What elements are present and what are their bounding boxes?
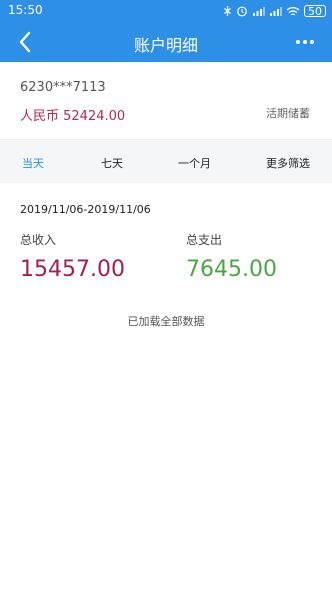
- expense-label: 总支出: [186, 233, 223, 247]
- status-time: 15:50: [8, 3, 43, 17]
- more-menu-button[interactable]: [290, 30, 320, 54]
- status-bar: 15:50 50: [0, 0, 332, 22]
- tab-more-filters[interactable]: 更多筛选: [266, 155, 310, 171]
- sync-icon: [223, 5, 232, 17]
- loaded-all-note: 已加载全部数据: [127, 315, 205, 328]
- signal-icon: [269, 6, 282, 17]
- account-type: 活期储蓄: [266, 107, 310, 120]
- more-dot: [303, 40, 307, 44]
- wifi-icon: [286, 6, 300, 17]
- page-title: 账户明细: [133, 36, 198, 55]
- status-icons: 50: [223, 3, 326, 19]
- account-number: 6230***7113: [20, 80, 106, 95]
- tab-today[interactable]: 当天: [22, 155, 44, 171]
- summary-section: 2019/11/06-2019/11/06 总收入 总支出 15457.00 7…: [0, 183, 332, 590]
- income-label: 总收入: [20, 233, 57, 247]
- account-balance: 人民币 52424.00: [20, 109, 126, 124]
- tab-one-month[interactable]: 一个月: [178, 155, 211, 171]
- signal-icon: [252, 6, 265, 17]
- date-filter-bar: 当天 七天 一个月 更多筛选: [0, 141, 332, 183]
- battery-level: 50: [308, 4, 322, 18]
- tab-seven-days[interactable]: 七天: [101, 155, 123, 171]
- battery-icon: 50: [304, 5, 326, 17]
- more-dot: [310, 40, 314, 44]
- more-dot: [296, 40, 300, 44]
- expense-value: 7645.00: [186, 257, 277, 282]
- nav-bar: 账户明细: [0, 22, 332, 62]
- date-range: 2019/11/06-2019/11/06: [20, 203, 151, 216]
- alarm-icon: [236, 5, 248, 17]
- income-value: 15457.00: [20, 257, 125, 282]
- account-card: 6230***7113 人民币 52424.00 活期储蓄: [0, 62, 332, 140]
